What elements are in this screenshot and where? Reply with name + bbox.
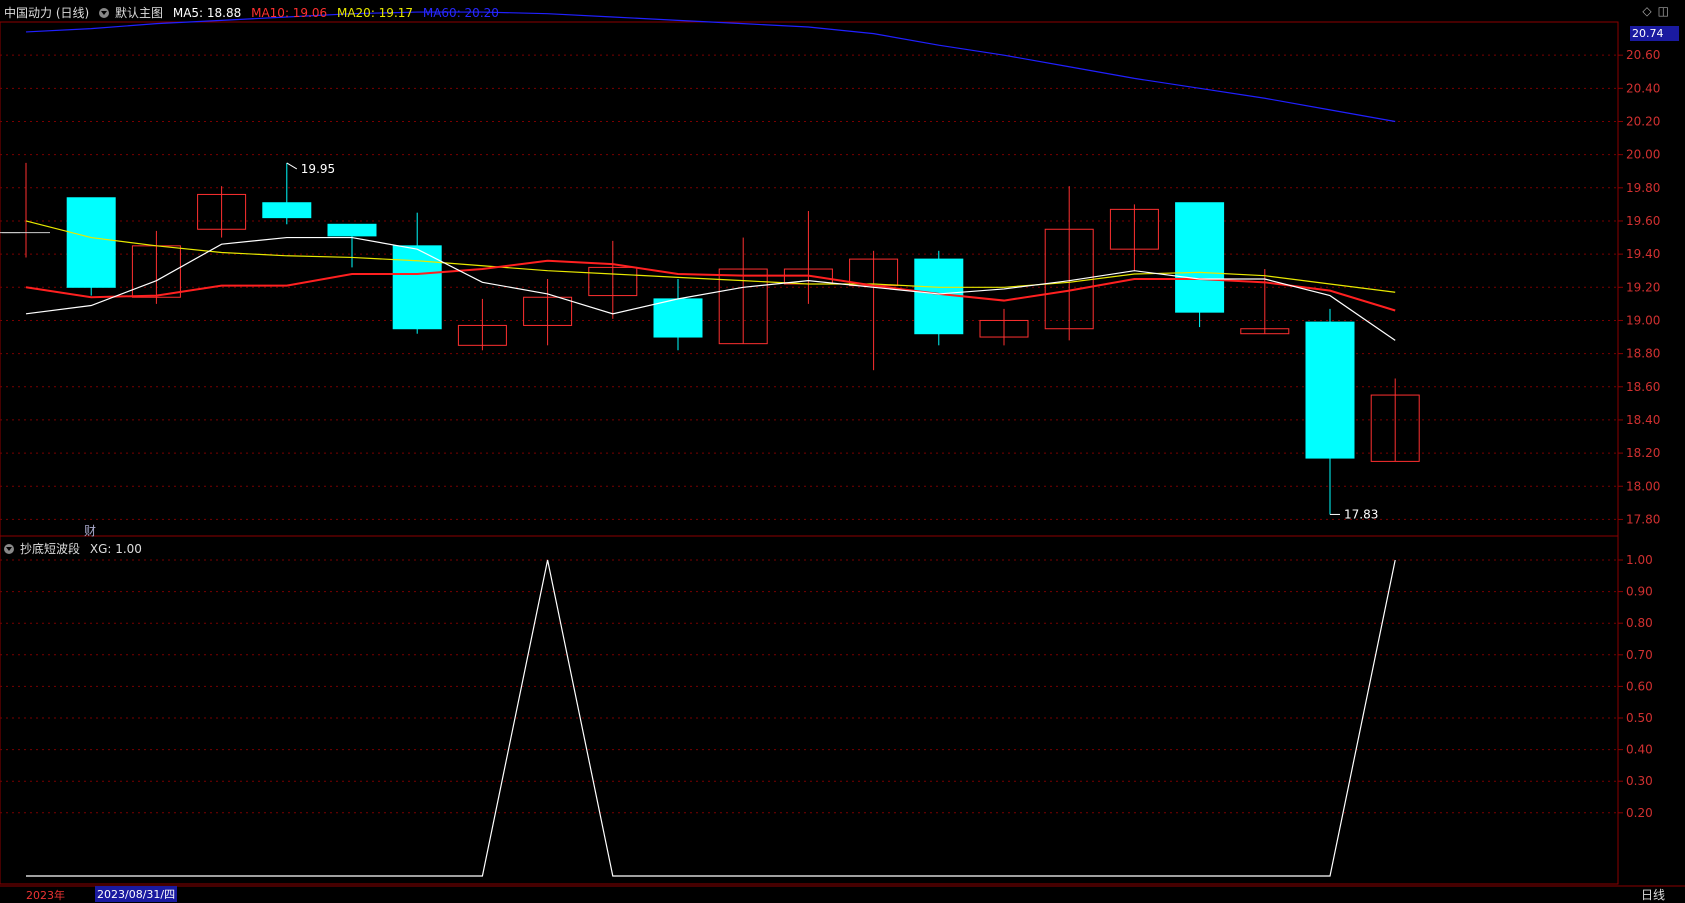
period-label[interactable]: 日线 xyxy=(1641,886,1665,903)
y-tick-label: 0.50 xyxy=(1626,711,1653,725)
y-tick-label: 19.20 xyxy=(1626,280,1660,294)
y-tick-label: 0.70 xyxy=(1626,648,1653,662)
y-tick-label: 19.00 xyxy=(1626,313,1660,327)
dropdown-icon[interactable] xyxy=(99,8,110,18)
kline-chart[interactable]: 20.60 20.40 20.20 20.00 19.80 19.60 19.40 19.20… xyxy=(0,0,1685,900)
xg-value: XG: 1.00 xyxy=(89,542,142,556)
y-tick-label: 18.60 xyxy=(1626,380,1660,394)
candle-body xyxy=(327,223,377,237)
y-tick-label: 0.60 xyxy=(1626,679,1653,693)
candle-body xyxy=(262,202,312,219)
main-chart-label[interactable]: 默认主图 xyxy=(115,6,163,20)
current-price-tag: 20.74 xyxy=(1630,26,1679,41)
y-tick-label: 0.20 xyxy=(1626,806,1653,820)
diamond-icon[interactable]: ◇ xyxy=(1642,4,1651,18)
high-pointer xyxy=(286,162,298,170)
y-tick-label: 20.60 xyxy=(1626,48,1660,62)
ma10-label: MA10: 19.06 xyxy=(251,6,328,20)
y-tick-label: 19.80 xyxy=(1626,181,1660,195)
y-tick-label: 19.40 xyxy=(1626,247,1660,261)
y-tick-label: 20.40 xyxy=(1626,81,1660,95)
y-tick-label: 19.60 xyxy=(1626,214,1660,228)
indicator-panel-border xyxy=(0,535,1619,885)
ma60-line xyxy=(25,11,1396,123)
main-panel-border xyxy=(0,21,1619,537)
ma5-label: MA5: 18.88 xyxy=(172,6,242,20)
ma20-label: MA20: 19.17 xyxy=(336,6,414,20)
y-tick-label: 0.90 xyxy=(1626,585,1653,599)
window-buttons: ◇ ◫ xyxy=(1636,4,1669,18)
indicator-header: 抄底短波段 XG: 1.00 xyxy=(4,540,148,557)
financial-marker[interactable]: 财 xyxy=(84,522,96,539)
y-tick-label: 18.40 xyxy=(1626,413,1660,427)
high-label: 19.95 xyxy=(301,162,335,176)
stock-title: 中国动力 (日线) xyxy=(4,6,90,20)
y-tick-label: 0.80 xyxy=(1626,616,1653,630)
y-tick-label: 18.20 xyxy=(1626,446,1660,460)
y-tick-label: 18.80 xyxy=(1626,347,1660,361)
candle-body xyxy=(653,298,703,338)
indicator-name[interactable]: 抄底短波段 xyxy=(20,542,80,556)
y-tick-label: 17.80 xyxy=(1626,512,1660,526)
low-label: 17.83 xyxy=(1344,507,1378,521)
dropdown-icon[interactable] xyxy=(4,544,14,554)
candle-body xyxy=(1175,202,1225,313)
y-tick-label: 20.00 xyxy=(1626,148,1660,162)
y-tick-label: 20.20 xyxy=(1626,114,1660,128)
y-tick-label: 1.00 xyxy=(1626,553,1653,567)
y-tick-label: 18.00 xyxy=(1626,479,1660,493)
y-tick-label: 0.30 xyxy=(1626,774,1653,788)
y-tick-label: 0.40 xyxy=(1626,743,1653,757)
restore-icon[interactable]: ◫ xyxy=(1658,4,1669,18)
candle-body xyxy=(1305,321,1355,459)
main-header: 中国动力 (日线) 默认主图 MA5: 18.88 MA10: 19.06 MA… xyxy=(4,4,505,21)
year-label: 2023年 xyxy=(26,889,65,902)
ma60-label: MA60: 20.20 xyxy=(422,6,499,20)
candle-body xyxy=(66,197,116,288)
